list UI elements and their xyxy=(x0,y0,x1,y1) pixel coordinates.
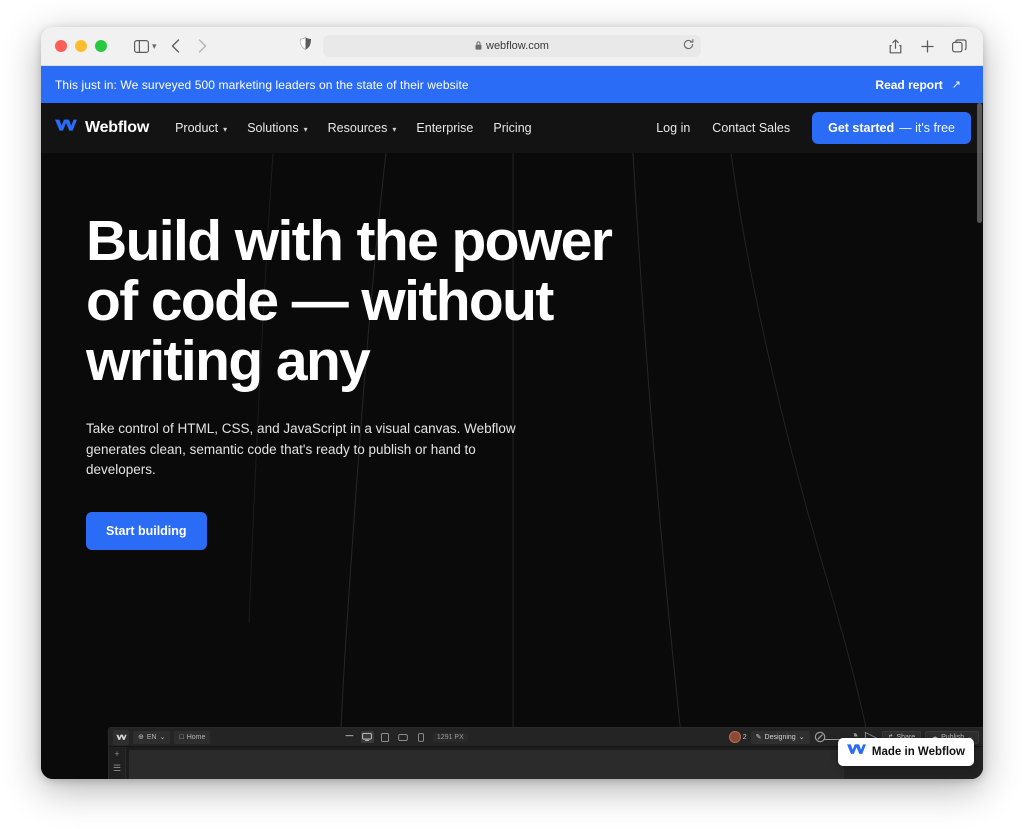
webflow-logo-link[interactable]: Webflow xyxy=(55,118,149,138)
forward-button[interactable] xyxy=(191,34,215,58)
sidebar-toggle-icon[interactable] xyxy=(129,34,153,58)
designer-webflow-logo-icon[interactable] xyxy=(113,729,129,745)
window-traffic-lights xyxy=(55,40,107,52)
nav-item-enterprise[interactable]: Enterprise xyxy=(416,121,473,135)
login-link[interactable]: Log in xyxy=(656,121,690,135)
hero-section: Build with the power of code — without w… xyxy=(41,153,983,779)
page-icon: □ xyxy=(179,733,184,741)
breakpoint-desktop-icon[interactable] xyxy=(360,731,374,743)
nav-item-enterprise-label: Enterprise xyxy=(416,121,474,135)
address-bar[interactable]: webflow.com xyxy=(323,35,701,57)
zoom-out-icon[interactable]: − xyxy=(343,728,356,745)
add-element-icon[interactable]: + xyxy=(114,750,119,759)
chevron-down-icon: ▾ xyxy=(392,124,397,134)
made-in-webflow-label: Made in Webflow xyxy=(871,746,965,758)
mode-selector[interactable]: ✎ Designing ⌄ xyxy=(750,730,810,744)
collaborators-avatar[interactable]: 2 xyxy=(728,731,747,743)
reload-icon[interactable] xyxy=(683,39,694,53)
brand-name: Webflow xyxy=(85,119,150,136)
breakpoint-tablet-icon[interactable] xyxy=(379,731,392,743)
minimize-window-button[interactable] xyxy=(75,40,87,52)
get-started-button[interactable]: Get started — it's free xyxy=(812,112,971,144)
navigator-icon[interactable]: ☰ xyxy=(113,764,121,773)
get-started-suffix: — it's free xyxy=(899,121,955,135)
start-building-button[interactable]: Start building xyxy=(86,511,207,550)
chevron-down-icon: ▾ xyxy=(223,124,228,134)
nav-item-product-label: Product xyxy=(175,121,219,135)
close-window-button[interactable] xyxy=(55,40,67,52)
arrow-up-right-icon: ↗ xyxy=(951,79,961,91)
read-report-label: Read report xyxy=(875,77,943,92)
page-selector[interactable]: □ Home xyxy=(174,730,211,744)
contact-sales-link[interactable]: Contact Sales xyxy=(712,121,790,135)
back-button[interactable] xyxy=(164,34,188,58)
tabs-overview-icon[interactable] xyxy=(947,34,971,58)
announcement-banner[interactable]: This just in: We surveyed 500 marketing … xyxy=(41,66,983,103)
nav-item-solutions-label: Solutions xyxy=(247,121,299,135)
chevron-down-icon: ▾ xyxy=(303,124,308,134)
url-text: webflow.com xyxy=(486,40,549,52)
browser-toolbar: ▾ webflow.com xyxy=(41,27,983,66)
nav-item-resources[interactable]: Resources ▾ xyxy=(328,121,397,135)
page-label: Home xyxy=(186,733,206,741)
page-viewport: This just in: We surveyed 500 marketing … xyxy=(41,66,983,779)
locale-selector[interactable]: ⊕ EN ⌄ xyxy=(133,730,171,744)
canvas-width-label: 1291 PX xyxy=(432,732,468,742)
chevron-down-icon: ⌄ xyxy=(798,734,805,741)
browser-window: ▾ webflow.com This just in: We surveyed … xyxy=(41,27,983,779)
get-started-label: Get started xyxy=(828,121,895,135)
webflow-logo-icon xyxy=(55,118,77,138)
nav-item-resources-label: Resources xyxy=(327,121,388,135)
webflow-logo-icon xyxy=(846,743,866,761)
announcement-text: This just in: We surveyed 500 marketing … xyxy=(55,77,469,92)
share-icon[interactable] xyxy=(883,34,907,58)
avatar xyxy=(728,731,741,743)
chevron-down-icon[interactable]: ▾ xyxy=(152,41,157,52)
globe-icon: ⊕ xyxy=(138,734,144,741)
breakpoint-controls: − 1291 PX xyxy=(343,728,468,745)
nav-links: Product ▾ Solutions ▾ Resources ▾ Enterp… xyxy=(175,121,532,135)
pencil-icon: ✎ xyxy=(755,734,762,741)
nav-item-pricing[interactable]: Pricing xyxy=(493,121,531,135)
browser-nav-controls: ▾ xyxy=(129,34,215,58)
new-tab-icon[interactable] xyxy=(915,34,939,58)
nav-item-product[interactable]: Product ▾ xyxy=(175,121,227,135)
collaborator-count: 2 xyxy=(742,733,747,741)
page-scrollbar[interactable] xyxy=(977,103,982,223)
breakpoint-mobile-icon[interactable] xyxy=(415,731,428,743)
locale-label: EN xyxy=(146,733,157,741)
browser-actions xyxy=(883,34,971,58)
read-report-link[interactable]: Read report ↗ xyxy=(875,78,961,92)
hero-subtitle: Take control of HTML, CSS, and JavaScrip… xyxy=(86,421,516,477)
lock-icon xyxy=(475,40,482,52)
hero-title: Build with the power of code — without w… xyxy=(86,209,613,393)
designer-canvas[interactable] xyxy=(129,750,843,779)
nav-item-pricing-label: Pricing xyxy=(493,121,532,135)
nav-item-solutions[interactable]: Solutions ▾ xyxy=(247,121,307,135)
screenshot-root: ▾ webflow.com This just in: We surveyed … xyxy=(0,0,1024,829)
mode-label: Designing xyxy=(764,733,796,741)
designer-left-rail: + ☰ xyxy=(109,747,126,779)
nav-actions: Log in Contact Sales Get started — it's … xyxy=(656,112,971,144)
hero-content: Build with the power of code — without w… xyxy=(41,153,983,550)
maximize-window-button[interactable] xyxy=(95,40,107,52)
privacy-shield-icon[interactable] xyxy=(299,37,312,56)
chevron-down-icon: ⌄ xyxy=(159,734,166,741)
made-in-webflow-badge[interactable]: Made in Webflow xyxy=(837,738,974,766)
address-bar-content: webflow.com xyxy=(475,40,549,52)
breakpoint-landscape-icon[interactable] xyxy=(397,731,410,743)
site-navbar: Webflow Product ▾ Solutions ▾ Resources … xyxy=(41,103,983,153)
